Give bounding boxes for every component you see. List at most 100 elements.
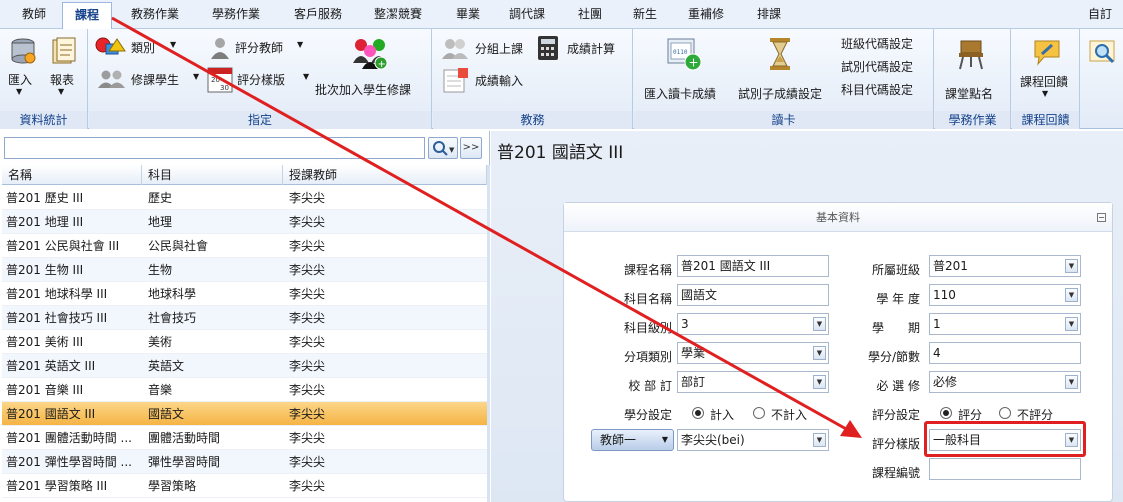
score-on-radio[interactable] (940, 407, 952, 419)
credit-nocount-radio[interactable] (753, 407, 765, 419)
table-row[interactable]: 普201 英語文 III 英語文 李尖尖 (2, 354, 487, 378)
column-header-teacher[interactable]: 授課教師 (283, 165, 487, 185)
dropdown-icon: ▼ (193, 72, 200, 81)
semester-value: 1 (933, 317, 941, 331)
import-card-scores-button[interactable]: 0110 + 匯入讀卡成績 (640, 37, 730, 101)
tab-remedial[interactable]: 重補修 (688, 0, 724, 29)
grade-calc-button[interactable]: 成績計算 (537, 35, 629, 61)
dropdown-arrow-icon[interactable]: ▼ (813, 433, 826, 447)
search-button[interactable]: ▼ (428, 137, 458, 159)
exam-subscore-button[interactable]: 試別子成績設定 (734, 37, 830, 101)
cell-subject: 社會技巧 (148, 311, 197, 325)
customize-link[interactable]: 自訂 (1088, 0, 1112, 29)
exam-subscore-label: 試別子成績設定 (738, 87, 823, 101)
dropdown-arrow-icon[interactable]: ▼ (813, 346, 826, 360)
credit-count-radio[interactable] (692, 407, 704, 419)
grade-input-button[interactable]: 成績輸入 (441, 67, 537, 93)
dropdown-arrow-icon[interactable]: ▼ (813, 317, 826, 331)
credits-field[interactable]: 4 (929, 342, 1081, 364)
course-name-field[interactable]: 普201 國語文 III (677, 255, 829, 277)
batch-add-students-button[interactable]: + 批次加入學生修課 (315, 35, 427, 99)
subject-level-select[interactable]: 3 ▼ (677, 313, 829, 335)
enroll-students-button[interactable]: 修課學生 ▼ (95, 69, 201, 91)
scrollbar[interactable] (487, 165, 490, 502)
tab-graduation[interactable]: 畢業 (456, 0, 480, 29)
class-select[interactable]: 普201 ▼ (929, 255, 1081, 277)
grade-sheet-icon (443, 68, 468, 93)
subject-name-label: 科目名稱 (623, 292, 672, 306)
semester-select[interactable]: 1 ▼ (929, 313, 1081, 335)
more-button[interactable]: >> (460, 137, 482, 159)
shapes-icon (95, 37, 126, 55)
grade-input-label: 成績輸入 (475, 74, 524, 88)
group-add-icon: + (353, 39, 388, 70)
tab-substitute[interactable]: 調代課 (509, 0, 545, 29)
tab-teacher[interactable]: 教師 (22, 0, 46, 29)
tab-scheduling[interactable]: 排課 (757, 0, 781, 29)
dropdown-icon: ▼ (16, 87, 23, 96)
column-header-subject[interactable]: 科目 (142, 165, 283, 185)
category-button[interactable]: 類別 ▼ (95, 37, 177, 59)
subject-name-field[interactable]: 國語文 (677, 284, 829, 306)
table-row[interactable]: 普201 團體活動時間 ... 團體活動時間 李尖尖 (2, 426, 487, 450)
tab-cleanliness[interactable]: 整潔競賽 (374, 0, 422, 29)
cell-teacher: 李尖尖 (289, 455, 326, 469)
cell-subject: 地理 (148, 215, 173, 229)
tab-student-affairs[interactable]: 學務作業 (212, 0, 260, 29)
dropdown-arrow-icon[interactable]: ▼ (1065, 375, 1078, 389)
dropdown-arrow-icon[interactable]: ▼ (813, 375, 826, 389)
group-class-button[interactable]: 分組上課 (441, 37, 531, 59)
dropdown-arrow-icon[interactable]: ▼ (1065, 288, 1078, 302)
group-label-card-reader: 讀卡 (634, 111, 933, 129)
group-statistics: 匯入 ▼ 報表 ▼ 資料統計 (0, 29, 88, 129)
teacher-select[interactable]: 李尖尖(bei) ▼ (677, 429, 829, 451)
score-teacher-button[interactable]: 評分教師 ▼ (207, 37, 305, 59)
table-row[interactable]: 普201 美術 III 美術 李尖尖 (2, 330, 487, 354)
teacher-select-button[interactable]: 教師一 ▼ (591, 429, 674, 451)
tab-freshmen[interactable]: 新生 (633, 0, 657, 29)
exam-code-setting-button[interactable]: 試別代碼設定 (841, 58, 913, 75)
column-header-name[interactable]: 名稱 (2, 165, 142, 185)
table-row[interactable]: 普201 地理 III 地理 李尖尖 (2, 210, 487, 234)
required-type-select[interactable]: 必修 ▼ (929, 371, 1081, 393)
class-code-setting-button[interactable]: 班級代碼設定 (841, 35, 913, 52)
subject-code-setting-button[interactable]: 科目代碼設定 (841, 81, 913, 98)
course-code-field[interactable] (929, 458, 1081, 480)
credits-label: 學分/節數 (867, 350, 920, 364)
dropdown-arrow-icon[interactable]: ▼ (1065, 317, 1078, 331)
table-row[interactable]: 普201 生物 III 生物 李尖尖 (2, 258, 487, 282)
search-input[interactable] (4, 137, 425, 159)
score-off-radio[interactable] (999, 407, 1011, 419)
report-button[interactable]: 報表 ▼ (46, 35, 82, 96)
teacher-icon (211, 38, 229, 59)
school-year-select[interactable]: 110 ▼ (929, 284, 1081, 306)
cell-teacher: 李尖尖 (289, 191, 326, 205)
search-tool-button[interactable] (1086, 37, 1120, 71)
tab-customer-service[interactable]: 客戶服務 (294, 0, 342, 29)
table-row[interactable]: 普201 歷史 III 歷史 李尖尖 (2, 186, 487, 210)
table-row[interactable]: 普201 音樂 III 音樂 李尖尖 (2, 378, 487, 402)
table-row[interactable]: 普201 學習策略 III 學習策略 李尖尖 (2, 474, 487, 498)
import-button[interactable]: 匯入 ▼ (4, 35, 40, 96)
tab-clubs[interactable]: 社團 (578, 0, 602, 29)
cell-teacher: 李尖尖 (289, 263, 326, 277)
required-by-select[interactable]: 部訂 ▼ (677, 371, 829, 393)
tab-academic-affairs[interactable]: 教務作業 (131, 0, 179, 29)
credit-setting-label: 學分設定 (623, 408, 672, 422)
tab-course[interactable]: 課程 (62, 2, 113, 30)
cell-teacher: 李尖尖 (289, 239, 326, 253)
table-row[interactable]: 普201 地球科學 III 地球科學 李尖尖 (2, 282, 487, 306)
table-row-selected[interactable]: 普201 國語文 III 國語文 李尖尖 (2, 402, 487, 426)
table-row[interactable]: 普201 彈性學習時間 ... 彈性學習時間 李尖尖 (2, 450, 487, 474)
dropdown-icon: ▼ (170, 40, 177, 49)
cell-teacher: 李尖尖 (289, 431, 326, 445)
collapse-icon[interactable]: − (1097, 213, 1106, 222)
dropdown-arrow-icon[interactable]: ▼ (1065, 259, 1078, 273)
category-select[interactable]: 學業 ▼ (677, 342, 829, 364)
roll-call-button[interactable]: 課堂點名 (941, 37, 1005, 101)
score-template-button[interactable]: 20 30 評分樣版 ▼ (207, 67, 311, 93)
table-row[interactable]: 普201 社會技巧 III 社會技巧 李尖尖 (2, 306, 487, 330)
course-feedback-button[interactable]: 課程回饋 ▼ (1016, 37, 1076, 99)
credit-count-label: 計入 (710, 408, 735, 422)
table-row[interactable]: 普201 公民與社會 III 公民與社會 李尖尖 (2, 234, 487, 258)
